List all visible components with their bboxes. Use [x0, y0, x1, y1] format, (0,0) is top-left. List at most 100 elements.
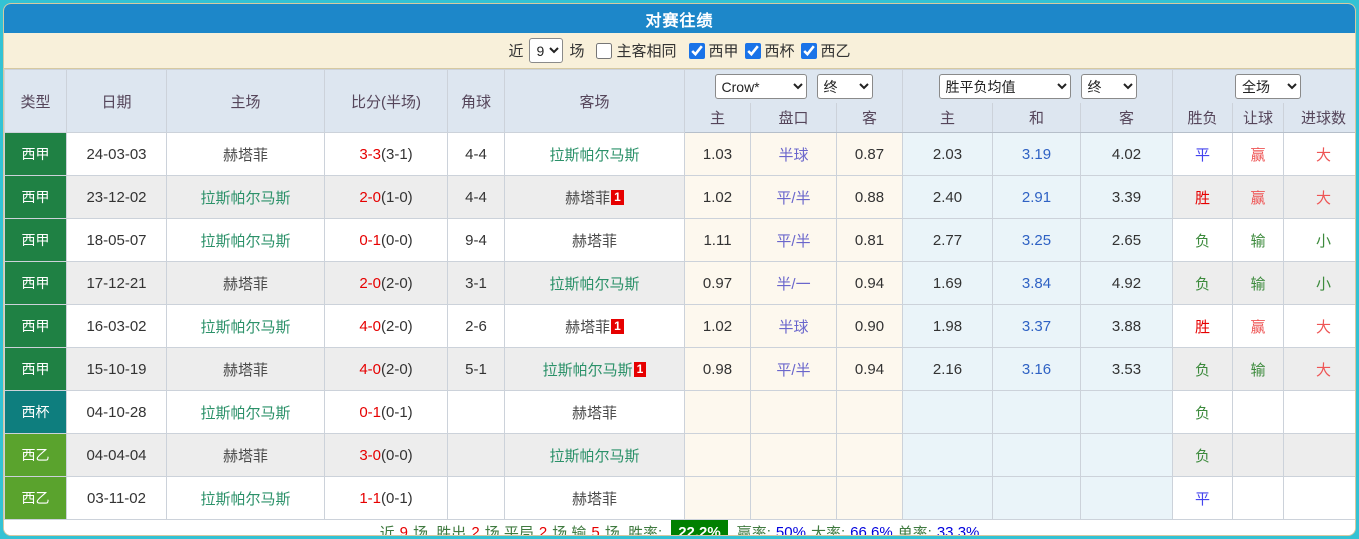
match-row: 西杯 04-10-28 拉斯帕尔马斯 0-1(0-1) 赫塔菲 负: [4, 390, 1355, 434]
odds-away: 4.92: [1080, 261, 1174, 305]
team-name: 拉斯帕尔马斯: [200, 404, 291, 422]
match-row: 西甲 17-12-21 赫塔菲 2-0(2-0) 3-1 拉斯帕尔马斯 0.97 半/一 0.9…: [4, 261, 1355, 305]
single-rate-label: 单率:: [897, 525, 932, 536]
league-checkbox[interactable]: [800, 42, 817, 59]
score: 2-0(1-0): [324, 175, 448, 219]
match-date: 15-10-19: [66, 347, 167, 391]
europe-odds-select[interactable]: 胜平负均值: [938, 74, 1071, 99]
home-team: 拉斯帕尔马斯: [166, 476, 325, 520]
europe-odds-group-header: 胜平负均值 终: [902, 69, 1174, 103]
match-row: 西甲 15-10-19 赫塔菲 4-0(2-0) 5-1 拉斯帕尔马斯 1 0.98 平/半 0.…: [4, 347, 1355, 391]
handicap-line: 半/一: [750, 261, 837, 305]
handicap-away-odds: [835, 390, 904, 434]
h2h-widget: 对赛往绩 近 9 场 主客相同 西甲 西杯 西乙 类型 日期 主场 比分(半场)…: [3, 3, 1356, 536]
handicap-home-odds: 0.98: [684, 347, 751, 391]
summary-text: 场, 胜率:: [604, 525, 663, 536]
europe-odds-state-select[interactable]: 终: [1080, 74, 1137, 99]
subcol-handicap-away: 客: [835, 103, 904, 133]
half-time-score: (2-0): [381, 317, 413, 335]
league-checkbox[interactable]: [744, 42, 761, 59]
league-badge: 西乙: [4, 476, 67, 520]
result-group-header: 全场: [1172, 69, 1355, 103]
result: 胜: [1172, 304, 1234, 348]
odds-company-state-select[interactable]: 终: [816, 74, 873, 99]
win-rate-badge: 22.2%: [671, 520, 728, 535]
league-filter-西杯[interactable]: 西杯: [739, 40, 795, 61]
league-label: 西杯: [764, 43, 795, 60]
handicap-result: 输: [1232, 218, 1285, 262]
team-name: 赫塔菲: [571, 404, 617, 422]
handicap-line-text: 半球: [778, 318, 809, 336]
score: 3-3(3-1): [324, 132, 448, 176]
odds-draw-value: 3.16: [1021, 360, 1052, 378]
half-time-score: (2-0): [381, 360, 413, 378]
red-card-badge: 1: [611, 189, 624, 205]
team-name: 拉斯帕尔马斯: [549, 146, 640, 164]
result: 平: [1172, 476, 1234, 520]
result: 负: [1172, 261, 1234, 305]
corners: 5-1: [447, 347, 505, 391]
score: 4-0(2-0): [324, 347, 448, 391]
team-name: 拉斯帕尔马斯: [200, 490, 291, 508]
same-venue-filter[interactable]: 主客相同: [590, 40, 677, 61]
col-header-score: 比分(半场): [324, 69, 448, 133]
league-filter-西乙[interactable]: 西乙: [795, 40, 851, 61]
summary-text: 近: [379, 525, 395, 536]
away-team: 拉斯帕尔马斯: [504, 261, 685, 305]
full-time-score: 4-0: [359, 317, 381, 335]
handicap-line: [750, 476, 837, 520]
full-time-score: 2-0: [359, 274, 381, 292]
odds-home: 2.77: [902, 218, 994, 262]
match-row: 西乙 03-11-02 拉斯帕尔马斯 1-1(0-1) 赫塔菲 平: [4, 476, 1355, 520]
home-team: 拉斯帕尔马斯: [166, 304, 325, 348]
team-name: 赫塔菲: [571, 490, 617, 508]
odds-company-select[interactable]: Crow*: [714, 74, 807, 99]
league-checkbox[interactable]: [688, 42, 705, 59]
col-header-home: 主场: [166, 69, 325, 133]
handicap-away-odds: 0.87: [835, 132, 904, 176]
odds-home: 2.16: [902, 347, 994, 391]
team-name: 拉斯帕尔马斯: [549, 275, 640, 293]
home-team: 拉斯帕尔马斯: [166, 390, 325, 434]
match-row: 西乙 04-04-04 赫塔菲 3-0(0-0) 拉斯帕尔马斯 负: [4, 433, 1355, 477]
result: 平: [1172, 132, 1234, 176]
handicap-home-odds: 1.11: [684, 218, 751, 262]
handicap-line: [750, 390, 837, 434]
red-card-badge: 1: [611, 318, 624, 334]
team-name: 赫塔菲: [565, 318, 611, 336]
match-row: 西甲 18-05-07 拉斯帕尔马斯 0-1(0-0) 9-4 赫塔菲 1.11 平/半 0.8…: [4, 218, 1355, 262]
league-filter-西甲[interactable]: 西甲: [683, 40, 739, 61]
page-background: 对赛往绩 近 9 场 主客相同 西甲 西杯 西乙 类型 日期 主场 比分(半场)…: [0, 0, 1359, 539]
total-matches: 9: [399, 524, 408, 536]
same-venue-label: 主客相同: [616, 43, 677, 60]
goals-result: 小: [1283, 218, 1355, 262]
odds-draw: 3.25: [992, 218, 1082, 262]
team-name: 拉斯帕尔马斯: [200, 318, 291, 336]
odds-away: 4.02: [1080, 132, 1174, 176]
team-name: 赫塔菲: [222, 146, 268, 164]
handicap-away-odds: [835, 433, 904, 477]
match-scope-select[interactable]: 全场: [1235, 74, 1302, 99]
handicap-result: [1232, 476, 1285, 520]
odds-draw: 3.16: [992, 347, 1082, 391]
half-time-score: (2-0): [381, 274, 413, 292]
handicap-away-odds: 0.90: [835, 304, 904, 348]
handicap-line: 半球: [750, 304, 837, 348]
odds-away: [1080, 476, 1174, 520]
odds-draw-value: 3.37: [1021, 317, 1052, 335]
same-venue-checkbox[interactable]: [596, 42, 613, 59]
full-time-score: 3-0: [359, 446, 381, 464]
handicap-line-text: 半/一: [776, 275, 811, 293]
handicap-result: 赢: [1232, 304, 1285, 348]
subcol-result: 胜负: [1172, 103, 1234, 133]
handicap-home-odds: [684, 476, 751, 520]
handicap-line: 平/半: [750, 218, 837, 262]
match-count-select[interactable]: 9: [529, 38, 564, 63]
corners: 4-4: [447, 132, 505, 176]
lose-count: 5: [591, 524, 600, 536]
draw-count: 2: [538, 524, 548, 536]
corners: 4-4: [447, 175, 505, 219]
red-card-badge: 1: [633, 361, 647, 377]
full-time-score: 0-1: [359, 231, 381, 249]
odds-away: 3.39: [1080, 175, 1174, 219]
